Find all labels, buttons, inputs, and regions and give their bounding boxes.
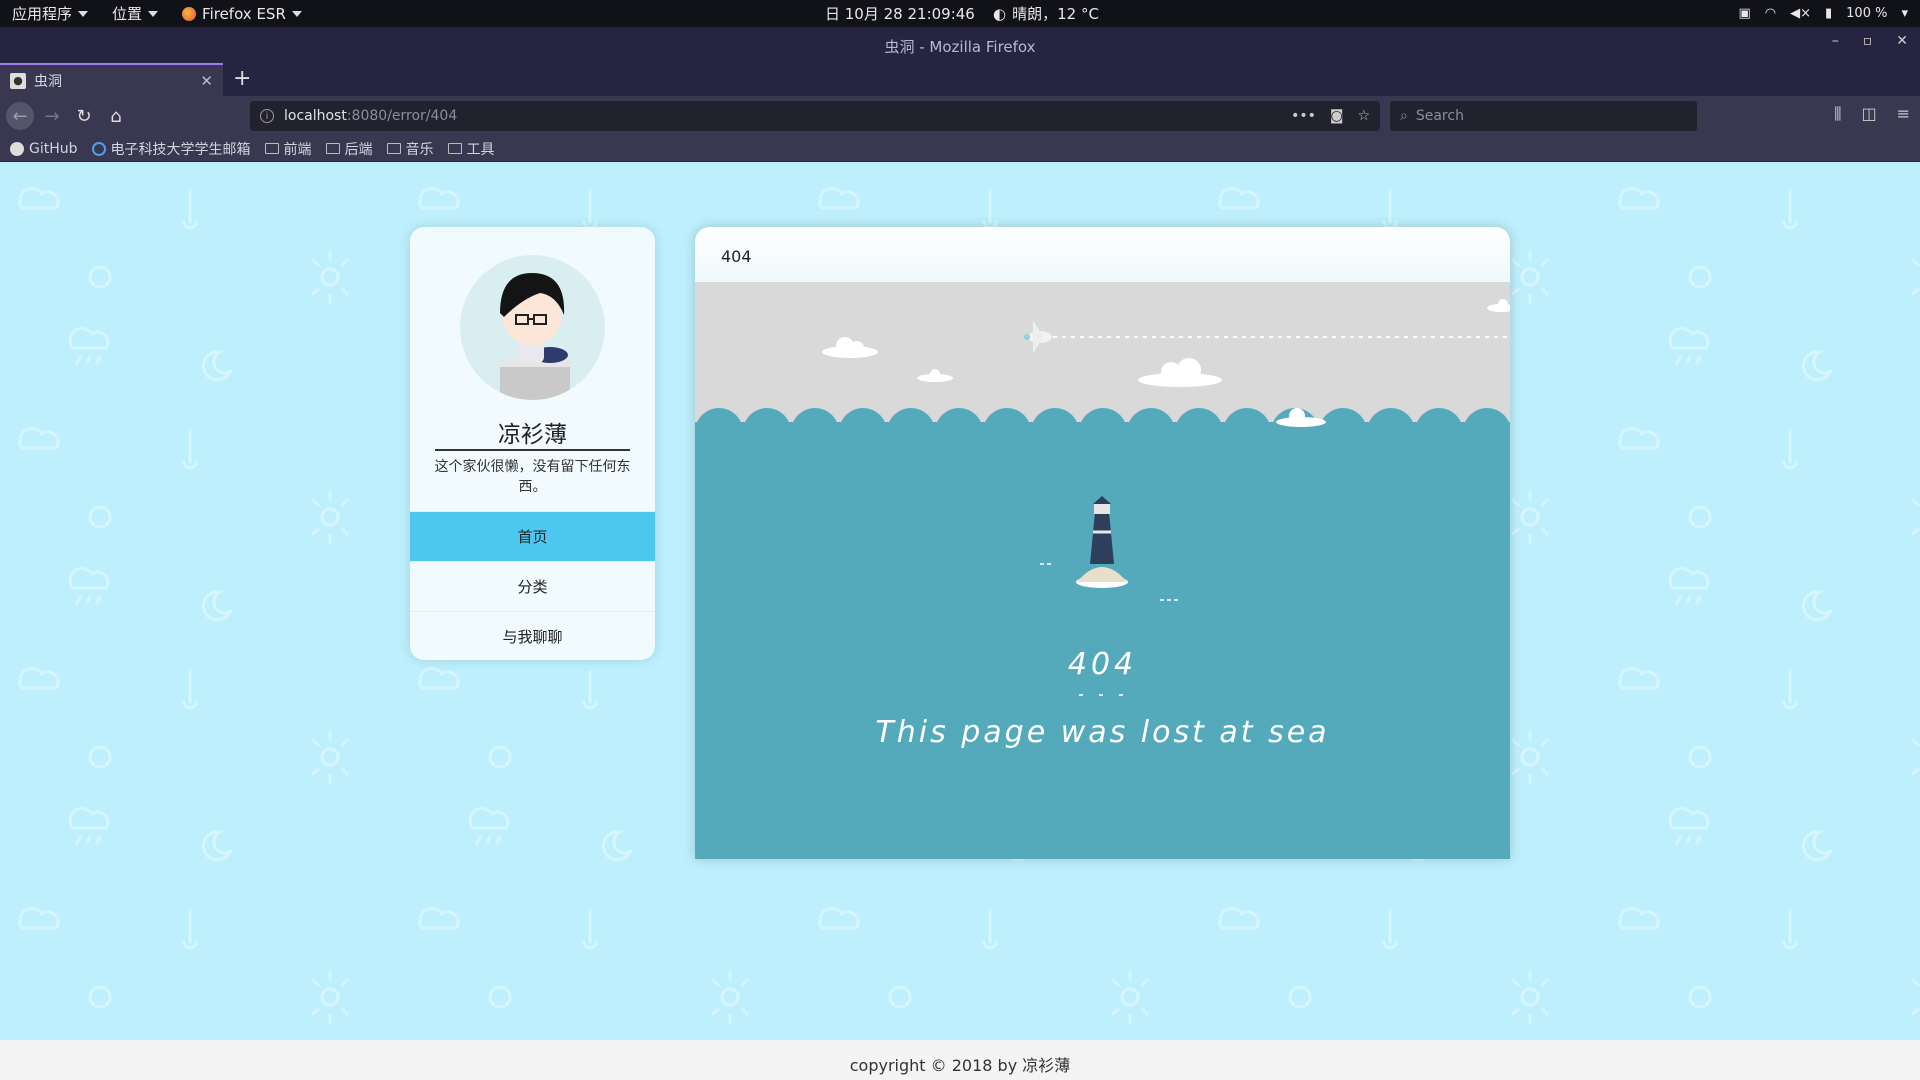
nav-item-label: 首页: [517, 528, 548, 546]
panel-header-title: 404: [721, 247, 752, 266]
close-icon[interactable]: ✕: [1896, 33, 1908, 49]
bookmark-github[interactable]: GitHub: [10, 141, 78, 157]
profile-card: 凉衫薄 这个家伙很懒，没有留下任何东西。 首页 分类 与我聊聊: [410, 227, 655, 660]
pocket-icon[interactable]: ◙: [1330, 108, 1344, 124]
bookmark-folder-frontend[interactable]: 前端: [264, 139, 312, 159]
page-footer: copyright © 2018 by 凉衫薄: [0, 1040, 1920, 1080]
browser-app-menu[interactable]: Firefox ESR: [170, 0, 314, 27]
applications-label: 应用程序: [12, 5, 73, 23]
profile-name: 凉衫薄: [498, 422, 567, 448]
search-icon: ⌕: [1400, 108, 1408, 124]
nav-item-label: 分类: [517, 578, 548, 596]
favicon-icon: ●: [10, 72, 26, 89]
chevron-down-icon: [78, 10, 89, 17]
weather-label: 晴朗，12 °C: [1012, 5, 1099, 23]
bookmark-star-icon[interactable]: ☆: [1357, 108, 1370, 124]
tab-bar: ● 虫洞 ✕ +: [0, 63, 1920, 96]
name-divider: [435, 449, 630, 451]
bookmark-label: GitHub: [29, 140, 78, 157]
maximize-icon[interactable]: ▫: [1863, 33, 1873, 49]
menu-icon[interactable]: ≡: [1897, 104, 1910, 124]
nav-item-category[interactable]: 分类: [410, 561, 655, 611]
system-top-bar: 应用程序 位置 Firefox ESR 日 10月 28 21:09:46 ◐ …: [0, 0, 1920, 27]
home-button[interactable]: ⌂: [102, 102, 130, 130]
url-host: localhost: [284, 108, 347, 124]
chevron-down-icon[interactable]: ▾: [1901, 6, 1908, 21]
weather-indicator[interactable]: ◐ 晴朗，12 °C: [993, 0, 1099, 27]
sidebar-icon[interactable]: ◫: [1861, 104, 1876, 124]
waves: [695, 408, 1510, 456]
folder-icon: [447, 143, 462, 154]
url-actions: ••• ◙ ☆: [1291, 108, 1370, 124]
chevron-down-icon: [148, 10, 159, 17]
search-placeholder: Search: [1415, 108, 1464, 124]
bookmark-student-mail[interactable]: 电子科技大学学生邮箱: [91, 139, 251, 159]
url-text: localhost:8080/error/404: [284, 108, 457, 124]
bookmark-label: 前端: [283, 141, 312, 158]
wifi-icon[interactable]: ◠: [1765, 6, 1776, 21]
web-page: 凉衫薄 这个家伙很懒，没有留下任何东西。 首页 分类 与我聊聊 404 404 …: [0, 162, 1920, 1040]
tab-title: 虫洞: [34, 73, 62, 90]
firefox-icon: [182, 6, 197, 21]
moon-icon: ◐: [993, 4, 1007, 23]
new-tab-button[interactable]: +: [233, 66, 251, 91]
screen-record-icon[interactable]: ▣: [1738, 6, 1750, 21]
chevron-down-icon: [291, 10, 302, 17]
sea: [695, 422, 1510, 859]
lost-at-sea-illustration: [695, 282, 1510, 859]
places-menu[interactable]: 位置: [100, 0, 170, 27]
window-title-bar[interactable]: 虫洞 - Mozilla Firefox – ▫ ✕: [0, 27, 1920, 63]
folder-icon: [264, 143, 279, 154]
nav-item-chat[interactable]: 与我聊聊: [410, 611, 655, 660]
bookmark-folder-tools[interactable]: 工具: [447, 139, 495, 159]
bookmark-label: 音乐: [405, 141, 434, 158]
system-tray: ▣ ◠ ◀× ▮ 100 % ▾: [1738, 0, 1908, 27]
library-icon[interactable]: ⫼: [1834, 104, 1841, 124]
profile-bio: 这个家伙很懒，没有留下任何东西。: [434, 459, 631, 495]
error-code: 404: [1067, 647, 1138, 682]
window-title: 虫洞 - Mozilla Firefox: [884, 38, 1036, 56]
github-icon: [10, 141, 24, 156]
bookmark-folder-backend[interactable]: 后端: [325, 139, 373, 159]
minimize-icon[interactable]: –: [1832, 33, 1839, 49]
copyright-text: copyright © 2018 by 凉衫薄: [849, 1056, 1071, 1075]
url-path: :8080/error/404: [346, 108, 458, 124]
bookmark-label: 后端: [344, 141, 373, 158]
forward-button[interactable]: →: [38, 102, 66, 130]
nav-item-home[interactable]: 首页: [410, 511, 655, 561]
avatar-illustration: [498, 273, 572, 400]
avatar: [460, 255, 605, 400]
bookmark-folder-music[interactable]: 音乐: [386, 139, 434, 159]
page-actions-icon[interactable]: •••: [1291, 108, 1316, 124]
volume-muted-icon[interactable]: ◀×: [1790, 6, 1811, 21]
window-controls: – ▫ ✕: [1832, 33, 1908, 49]
nav-item-label: 与我聊聊: [502, 628, 563, 646]
navigation-toolbar: ← → ↻ ⌂ i localhost:8080/error/404 ••• ◙…: [0, 96, 1920, 136]
mail-icon: [91, 141, 106, 156]
toolbar-right: ⫼ ◫ ≡: [1834, 104, 1910, 124]
error-message: This page was lost at sea: [875, 715, 1330, 750]
bookmarks-toolbar: GitHub 电子科技大学学生邮箱 前端 后端 音乐 工具: [0, 136, 1920, 162]
bookmark-label: 工具: [466, 141, 495, 158]
folder-icon: [325, 143, 340, 154]
error-panel: 404 404 This page was lost at sea: [695, 227, 1510, 859]
reload-button[interactable]: ↻: [70, 102, 98, 130]
search-input[interactable]: ⌕ Search: [1390, 101, 1697, 131]
folder-icon: [386, 143, 401, 154]
close-tab-icon[interactable]: ✕: [200, 72, 213, 90]
clock-label: 日 10月 28 21:09:46: [825, 5, 975, 23]
battery-percent: 100 %: [1846, 6, 1888, 21]
info-icon[interactable]: i: [260, 109, 274, 123]
browser-app-label: Firefox ESR: [202, 4, 286, 23]
places-label: 位置: [112, 5, 143, 23]
bookmark-label: 电子科技大学学生邮箱: [110, 141, 251, 158]
applications-menu[interactable]: 应用程序: [0, 0, 100, 27]
clock[interactable]: 日 10月 28 21:09:46: [825, 0, 975, 27]
url-bar[interactable]: i localhost:8080/error/404 ••• ◙ ☆: [250, 101, 1380, 131]
back-button[interactable]: ←: [6, 102, 34, 130]
tab-active[interactable]: ● 虫洞 ✕: [0, 63, 223, 96]
battery-icon[interactable]: ▮: [1825, 6, 1832, 21]
panel-header: 404: [695, 227, 1510, 282]
